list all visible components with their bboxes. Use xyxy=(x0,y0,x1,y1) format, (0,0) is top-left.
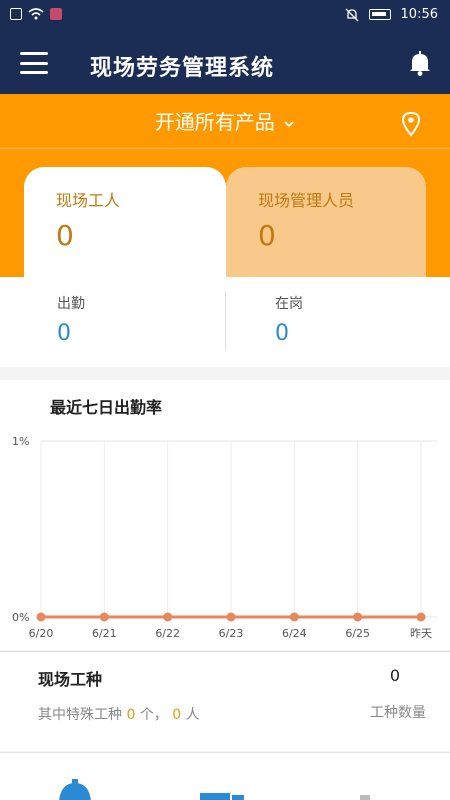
status-time: 10:56 xyxy=(400,7,438,22)
x-tick-label: 6/21 xyxy=(92,627,117,640)
summary-banner: 开通所有产品 现场工人 0 现场管理人员 0 xyxy=(0,94,450,277)
line-chart: 1% 0%6/20 6/21 6/22 6/23 6/24 6/25 昨天 xyxy=(12,435,437,640)
tab-site-workers[interactable]: 现场工人 0 xyxy=(24,167,226,277)
work-types-count: 0 xyxy=(389,666,400,685)
worker-helmet-icon[interactable] xyxy=(55,779,95,800)
x-tick-label: 6/22 xyxy=(155,627,180,640)
tab-value: 0 xyxy=(258,219,276,252)
special-work-types-summary: 其中特殊工种 0 个， 0 人 xyxy=(38,704,200,724)
y-tick-label: 1% xyxy=(12,435,29,448)
data-point xyxy=(289,612,299,622)
camera-icon[interactable] xyxy=(200,793,244,800)
y-tick-label: 0% xyxy=(12,611,29,624)
stat-label: 在岗 xyxy=(275,296,303,312)
stat-value: 0 xyxy=(275,321,289,346)
product-selector-label: 开通所有产品 xyxy=(154,110,275,134)
work-types-card[interactable]: 现场工种 0 其中特殊工种 0 个， 0 人 工种数量 xyxy=(0,651,450,751)
product-selector[interactable]: 开通所有产品 xyxy=(0,106,450,135)
work-types-count-label: 工种数量 xyxy=(370,705,426,721)
data-point xyxy=(36,612,46,622)
chevron-down-icon xyxy=(284,120,294,127)
app-notification-icon xyxy=(50,8,62,20)
x-tick-label: 6/20 xyxy=(29,627,54,640)
work-types-title: 现场工种 xyxy=(38,670,103,689)
attendance-stats: 出勤 0 在岗 0 xyxy=(0,277,450,367)
attendance-present[interactable]: 出勤 0 xyxy=(57,293,85,346)
x-tick-label: 6/24 xyxy=(282,627,307,640)
tab-label: 现场管理人员 xyxy=(258,191,355,210)
special-people-count: 0 xyxy=(172,707,182,723)
special-prefix: 其中特殊工种 xyxy=(38,707,122,723)
stat-label: 出勤 xyxy=(57,296,85,312)
x-tick-label: 昨天 xyxy=(410,627,432,640)
feature-icon[interactable] xyxy=(360,795,370,800)
special-types-count: 0 xyxy=(126,707,136,723)
attendance-on-post[interactable]: 在岗 0 xyxy=(275,293,303,346)
special-types-unit: 个， xyxy=(139,707,168,723)
tab-label: 现场工人 xyxy=(56,191,121,210)
status-icons-left xyxy=(10,8,62,20)
status-icons-right: 10:56 xyxy=(345,7,438,22)
data-point xyxy=(226,612,236,622)
location-pin-icon[interactable] xyxy=(400,111,422,137)
divider xyxy=(225,291,226,351)
attendance-rate-chart: 最近七日出勤率 1% 0% 6/20 6/21 6/22 6/23 6/24 6/25 昨天 xyxy=(0,380,450,650)
mute-bell-icon xyxy=(345,8,358,21)
notification-icon xyxy=(10,8,22,20)
data-point xyxy=(416,612,426,622)
x-tick-label: 6/25 xyxy=(345,627,370,640)
x-tick-label: 6/23 xyxy=(219,627,244,640)
data-point xyxy=(99,612,109,622)
notification-bell-icon[interactable] xyxy=(408,50,432,76)
menu-icon[interactable] xyxy=(20,52,48,74)
divider xyxy=(0,148,450,149)
tab-site-managers[interactable]: 现场管理人员 0 xyxy=(226,167,426,277)
app-header: 现场劳务管理系统 xyxy=(0,32,450,94)
stat-value: 0 xyxy=(57,321,71,346)
status-bar: 10:56 xyxy=(0,0,450,32)
data-point xyxy=(163,612,173,622)
app-title: 现场劳务管理系统 xyxy=(90,56,275,81)
special-people-unit: 人 xyxy=(185,707,200,723)
feature-icon-row xyxy=(0,752,450,800)
battery-icon xyxy=(368,9,391,20)
data-point xyxy=(353,612,363,622)
tab-value: 0 xyxy=(56,219,74,252)
wifi-icon xyxy=(28,8,44,20)
